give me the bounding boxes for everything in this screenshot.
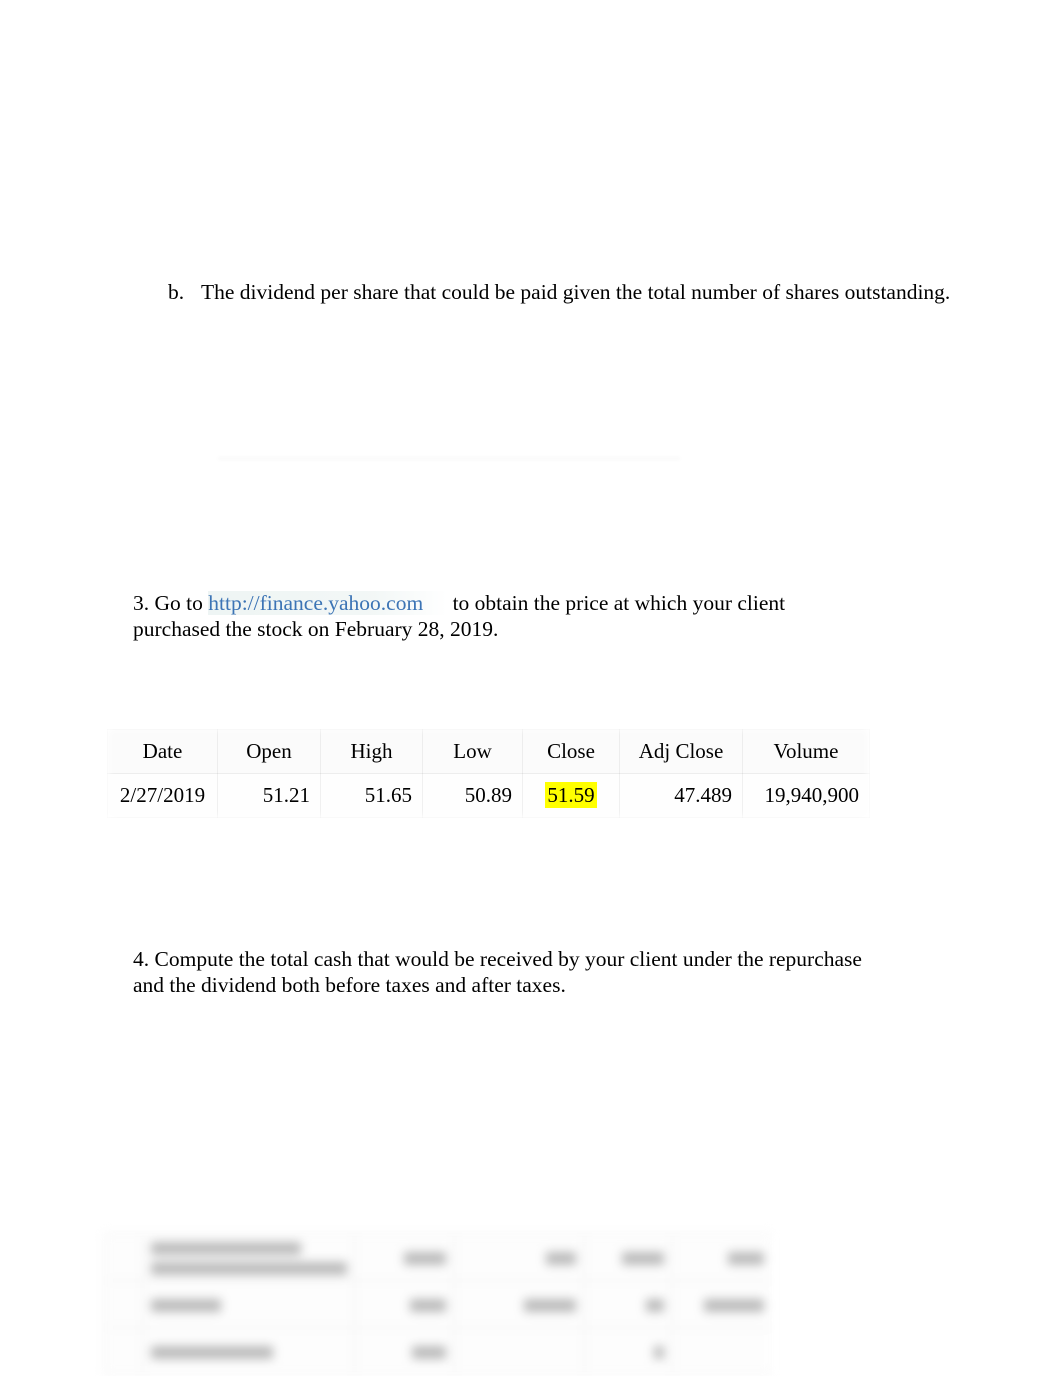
redacted-cell: [672, 1280, 772, 1328]
redacted-cell: [354, 1327, 455, 1375]
column-header-volume: Volume: [742, 729, 870, 774]
redacted-cell: [584, 1280, 673, 1328]
list-item-b-marker: b.: [168, 280, 185, 304]
cell-high: 51.65: [320, 773, 423, 818]
redacted-cell: [142, 1327, 355, 1375]
stock-quote-table: Date Open High Low Close Adj Close Volum…: [107, 729, 870, 818]
paragraph-3: 3. Go to http://finance.yahoo.com to obt…: [133, 590, 863, 642]
redacted-table: [104, 1233, 772, 1375]
column-header-close: Close: [522, 729, 620, 774]
table-row: [104, 1233, 772, 1281]
redacted-cell: [104, 1280, 143, 1328]
document-page: b. The dividend per share that could be p…: [0, 0, 1062, 1376]
table-header-row: Date Open High Low Close Adj Close Volum…: [107, 729, 870, 774]
redacted-cell: [354, 1280, 455, 1328]
paragraph-3-lead: 3. Go to: [133, 591, 209, 615]
redacted-cell: [104, 1233, 143, 1281]
redacted-cell: [142, 1233, 355, 1281]
list-item-b: b. The dividend per share that could be p…: [168, 278, 950, 306]
redacted-cell: [672, 1233, 772, 1281]
redacted-cell: [584, 1233, 673, 1281]
cell-adj-close: 47.489: [619, 773, 743, 818]
paragraph-4: 4. Compute the total cash that would be …: [133, 947, 862, 997]
column-header-adj-close: Adj Close: [619, 729, 743, 774]
redacted-cell: [672, 1327, 772, 1375]
redacted-cell: [142, 1280, 355, 1328]
column-header-open: Open: [217, 729, 321, 774]
list-item-b-text: The dividend per share that could be pai…: [201, 280, 951, 304]
redacted-cell: [354, 1233, 455, 1281]
column-header-date: Date: [107, 729, 218, 774]
cell-close-highlighted: 51.59: [522, 773, 620, 818]
column-header-low: Low: [422, 729, 523, 774]
highlighted-close-value: 51.59: [545, 782, 597, 808]
table-row: 2/27/2019 51.21 51.65 50.89 51.59 47.489…: [107, 773, 870, 818]
redacted-cell: [454, 1233, 585, 1281]
cell-low: 50.89: [422, 773, 523, 818]
redacted-cell: [104, 1327, 143, 1375]
cell-volume: 19,940,900: [742, 773, 870, 818]
redacted-cell: [454, 1280, 585, 1328]
table-row: [104, 1280, 772, 1328]
cell-open: 51.21: [217, 773, 321, 818]
table-row: [104, 1327, 772, 1375]
yahoo-finance-link[interactable]: http://finance.yahoo.com: [208, 591, 448, 615]
redacted-cell: [584, 1327, 673, 1375]
bottom-blurred-table: [104, 1233, 772, 1376]
stock-quote-table-container: Date Open High Low Close Adj Close Volum…: [107, 729, 870, 818]
cell-date: 2/27/2019: [107, 773, 218, 818]
redacted-cell: [454, 1327, 585, 1375]
faint-horizontal-rule: [218, 457, 680, 460]
column-header-high: High: [320, 729, 423, 774]
